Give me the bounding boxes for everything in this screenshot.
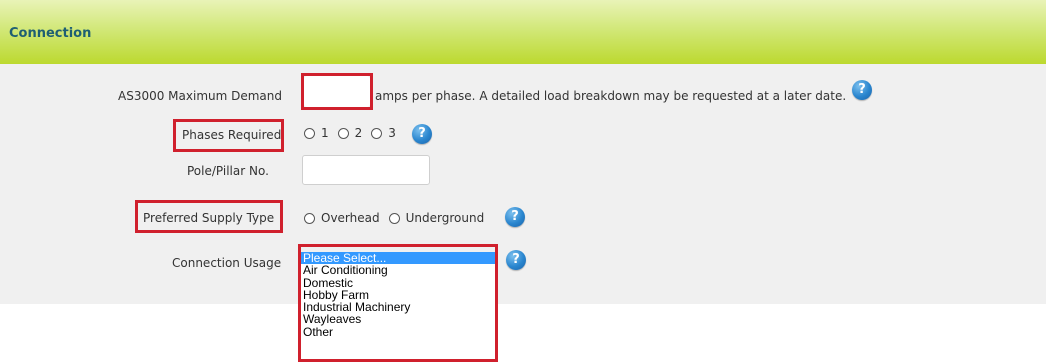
usage-option-other[interactable]: Other xyxy=(301,326,495,338)
pole-input[interactable] xyxy=(302,155,430,185)
supply-type-label: Preferred Supply Type xyxy=(143,211,275,225)
supply-option-underground[interactable]: Underground xyxy=(388,211,485,225)
phase-option-3[interactable]: 3 xyxy=(371,126,396,140)
phase-1-radio[interactable] xyxy=(304,127,315,139)
section-title: Connection xyxy=(9,26,92,41)
phase-2-radio[interactable] xyxy=(337,127,349,139)
overhead-label: Overhead xyxy=(321,211,380,225)
phase-option-2[interactable]: 2 xyxy=(337,126,363,140)
phase-2-label: 2 xyxy=(354,126,363,140)
max-demand-suffix: amps per phase. A detailed load breakdow… xyxy=(375,89,847,103)
phases-label: Phases Required xyxy=(182,128,282,142)
supply-type-radio-group: Overhead Underground xyxy=(304,211,493,225)
phases-help-icon[interactable]: ? xyxy=(412,124,432,144)
usage-help-icon[interactable]: ? xyxy=(506,250,526,270)
phase-3-label: 3 xyxy=(388,126,396,140)
usage-option-wayleaves[interactable]: Wayleaves xyxy=(301,313,495,325)
usage-label: Connection Usage xyxy=(172,256,282,270)
usage-option-air-conditioning[interactable]: Air Conditioning xyxy=(301,264,495,276)
supply-option-overhead[interactable]: Overhead xyxy=(304,211,380,225)
usage-listbox[interactable]: Please Select... Air Conditioning Domest… xyxy=(301,252,495,339)
phases-radio-group: 1 2 3 xyxy=(304,126,405,140)
section-header: Connection xyxy=(0,0,1046,64)
max-demand-label: AS3000 Maximum Demand xyxy=(118,89,283,103)
phase-option-1[interactable]: 1 xyxy=(304,126,329,140)
max-demand-input[interactable] xyxy=(304,76,370,107)
supply-type-help-icon[interactable]: ? xyxy=(505,207,525,227)
underground-label: Underground xyxy=(405,211,485,225)
phase-3-radio[interactable] xyxy=(371,127,383,139)
phase-1-label: 1 xyxy=(321,126,329,140)
underground-radio[interactable] xyxy=(388,212,400,224)
pole-label: Pole/Pillar No. xyxy=(187,164,269,178)
overhead-radio[interactable] xyxy=(304,212,315,224)
max-demand-help-icon[interactable]: ? xyxy=(852,80,872,100)
